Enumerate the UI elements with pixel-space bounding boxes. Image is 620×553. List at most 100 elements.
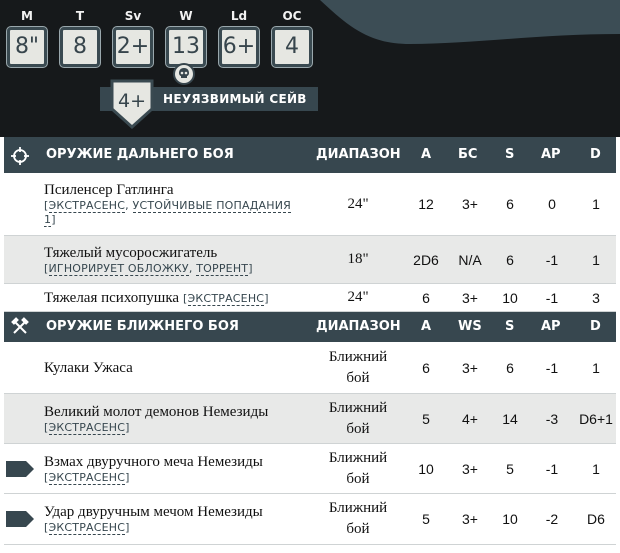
stat-label: Ld [230,9,248,23]
stat-objective-control: OC 4 [271,8,313,67]
section-title: ОРУЖИЕ ДАЛЬНЕГО БОЯ [46,147,234,162]
stat-movement: M 8" [6,8,48,67]
skull-icon [173,63,195,85]
column-header-ap: AP [541,319,561,334]
stat-label: Sv [124,9,142,23]
weapon-range: Ближний бой [328,500,388,537]
column-header-skill: WS [458,319,482,334]
weapon-name-cell: Псиленсер Гатлинга [ЭКСТРАСЕНС, УСТОЙЧИВ… [44,173,306,235]
weapon-skill: 3+ [462,359,478,376]
column-header-strength: S [505,147,515,162]
weapon-ap: -1 [545,359,559,376]
weapon-skill: 3+ [462,511,478,527]
stat-value: 13 [166,27,206,67]
stat-label: W [179,9,193,23]
ranged-weapons-header: ОРУЖИЕ ДАЛЬНЕГО БОЯ ДИАПАЗОН A БС S AP D [4,137,616,173]
weapon-damage: D6+1 [579,410,613,427]
section-title: ОРУЖИЕ БЛИЖНЕГО БОЯ [46,319,239,334]
keyword-link[interactable]: ЭКСТРАСЕНС [48,199,126,213]
weapon-attacks: 6 [422,289,430,306]
table-row: Удар двуручным мечом Немезиды [ЭКСТРАСЕН… [4,494,616,545]
stat-leadership: Ld 6+ [218,8,260,67]
weapon-name-cell: Тяжелая психопушка [ЭКСТРАСЕНС] [44,284,306,311]
melee-weapons-header: ОРУЖИЕ БЛИЖНЕГО БОЯ ДИАПАЗОН A WS S AP D [4,312,616,342]
stat-value: 6+ [219,27,259,67]
weapon-ap: -1 [545,460,559,477]
stat-value: 8" [7,27,47,67]
weapon-name: Взмах двуручного меча Немезиды [44,453,263,470]
weapon-attacks: 5 [422,511,430,527]
column-header-ap: AP [541,147,561,162]
keyword-link[interactable]: УСТОЙЧИВЫЕ ПОПАДАНИЯ [132,199,291,213]
weapon-skill: 3+ [462,460,478,477]
weapon-name: Псиленсер Гатлинга [44,182,174,198]
weapon-skill: 3+ [462,289,478,306]
weapon-range: Ближний бой [328,348,388,386]
weapon-strength: 10 [502,289,518,306]
weapon-strength: 6 [506,251,514,268]
weapon-range: Ближний бой [328,449,388,487]
table-row: Взмах двуручного меча Немезиды [ЭКСТРАСЕ… [4,444,616,494]
weapon-attacks: 12 [418,196,434,212]
weapon-attacks: 10 [418,460,434,477]
weapon-attacks: 2D6 [413,251,439,268]
unit-stats-header: M 8" T 8 Sv 2+ W 13 Ld 6+ OC 4 4+ НЕУЯЗВ… [0,0,620,137]
weapon-strength: 10 [502,511,518,527]
table-row: Великий молот демонов Немезиды [ЭКСТРАСЕ… [4,394,616,444]
keyword-link[interactable]: ТОРРЕНТ [196,261,249,276]
weapon-keywords: [ЭКСТРАСЕНС, УСТОЙЧИВЫЕ ПОПАДАНИЯ [44,199,291,213]
weapon-range: Ближний бой [328,399,388,437]
weapon-range: 18" [347,251,369,267]
invulnerable-save-value: 4+ [117,90,146,112]
weapon-damage: 1 [592,196,600,212]
weapon-range: 24" [347,195,369,212]
crosshair-icon [10,146,30,166]
weapon-strength: 14 [502,410,518,427]
arrow-marker-icon [6,511,34,527]
keyword-link[interactable]: ЭКСТРАСЕНС [48,470,126,485]
weapon-name: Удар двуручным мечом Немезиды [44,504,263,520]
weapon-ap: -1 [545,289,559,306]
weapon-name-cell: Удар двуручным мечом Немезиды [ЭКСТРАСЕН… [44,494,306,544]
weapon-keywords: [ЭКСТРАСЕНС] [44,521,130,535]
table-row: Тяжелая психопушка [ЭКСТРАСЕНС] 24" 6 3+ … [4,284,616,312]
keyword-link[interactable]: ЭКСТРАСЕНС [48,420,126,435]
weapon-ap: -3 [545,410,559,427]
weapon-ap: -2 [545,511,559,527]
weapon-strength: 6 [506,196,514,212]
stat-value: 8 [60,27,100,67]
stat-label: M [21,9,33,23]
keyword-link[interactable]: ЭКСТРАСЕНС [48,521,126,535]
column-header-skill: БС [458,147,478,162]
arrow-marker-icon [6,461,34,477]
column-header-attacks: A [421,319,432,334]
table-row: Тяжелый мусоросжигатель [ИГНОРИРУЕТ ОБЛО… [4,236,616,284]
stat-toughness: T 8 [59,8,101,67]
weapon-name-cell: Тяжелый мусоросжигатель [ИГНОРИРУЕТ ОБЛО… [44,236,306,283]
column-header-damage: D [590,319,601,334]
column-header-range: ДИАПАЗОН [316,147,401,162]
weapon-name: Тяжелая психопушка [44,289,180,306]
column-header-damage: D [590,147,601,162]
weapon-name: Тяжелый мусоросжигатель [44,244,218,261]
weapon-skill: 4+ [462,410,478,427]
weapon-attacks: 5 [422,410,430,427]
stat-wounds: W 13 [165,8,207,67]
weapon-keywords: [ЭКСТРАСЕНС] [44,470,130,485]
weapon-keywords: [ЭКСТРАСЕНС] [183,291,269,306]
column-header-strength: S [505,319,515,334]
stat-label: OC [282,9,302,23]
table-row: Псиленсер Гатлинга [ЭКСТРАСЕНС, УСТОЙЧИВ… [4,173,616,236]
weapon-ap: 0 [548,196,556,212]
weapon-strength: 5 [506,460,514,477]
column-header-attacks: A [421,147,432,162]
keyword-link[interactable]: ИГНОРИРУЕТ ОБЛОЖКУ [48,261,189,276]
weapon-damage: 3 [592,289,600,306]
weapon-strength: 6 [506,359,514,376]
stat-save: Sv 2+ [112,8,154,67]
weapon-skill: N/A [458,251,482,268]
stat-value: 4 [272,27,312,67]
weapons-panel: ОРУЖИЕ ДАЛЬНЕГО БОЯ ДИАПАЗОН A БС S AP D… [4,137,616,545]
keyword-link[interactable]: ЭКСТРАСЕНС [187,291,265,306]
weapon-ap: -1 [545,251,559,268]
